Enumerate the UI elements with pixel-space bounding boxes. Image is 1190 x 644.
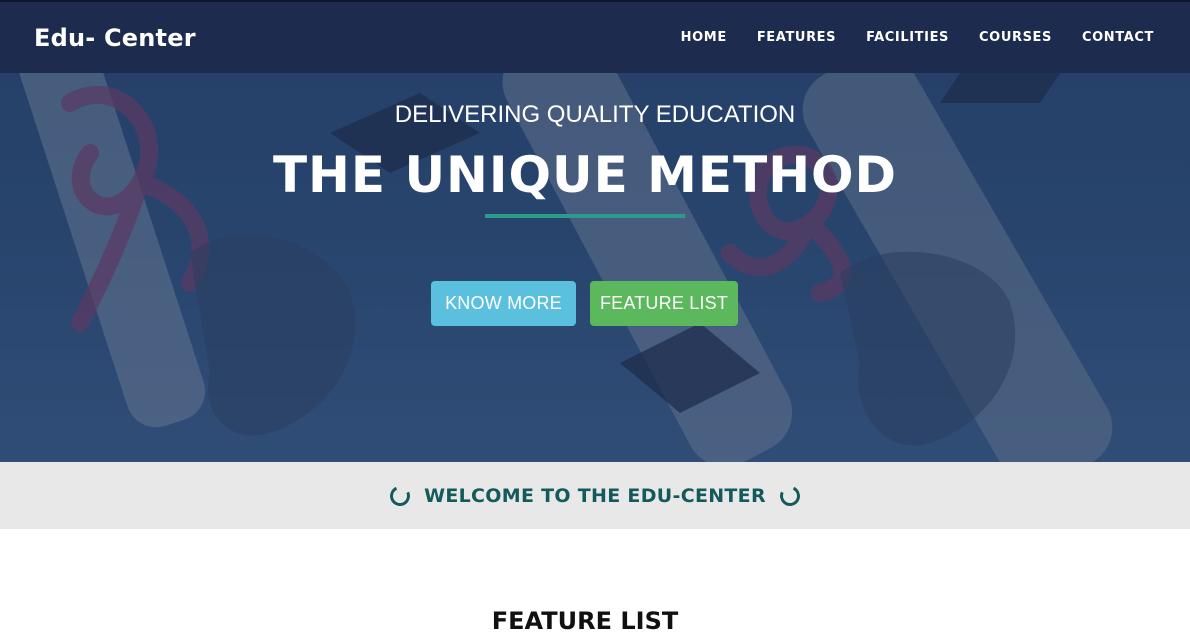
- circle-notch-icon: [777, 482, 803, 509]
- welcome-band: WELCOME TO THE EDU-CENTER: [0, 462, 1190, 529]
- circle-notch-icon: [387, 482, 413, 509]
- feature-list-button[interactable]: FEATURE LIST: [590, 281, 738, 326]
- brand-logo[interactable]: Edu- Center: [34, 24, 196, 52]
- nav-courses[interactable]: COURSES: [979, 30, 1052, 45]
- know-more-button[interactable]: KNOW MORE: [431, 281, 576, 326]
- hero-overlay: [0, 73, 1190, 462]
- title-underline: [485, 214, 685, 218]
- hero-title: THE UNIQUE METHOD: [272, 146, 898, 204]
- hero-section: DELIVERING QUALITY EDUCATION THE UNIQUE …: [0, 73, 1190, 462]
- main-nav: HOME FEATURES FACILITIES COURSES CONTACT: [651, 30, 1154, 45]
- welcome-text: WELCOME TO THE EDU-CENTER: [424, 484, 766, 507]
- feature-list-heading: FEATURE LIST: [491, 607, 679, 635]
- nav-home[interactable]: HOME: [681, 30, 727, 45]
- nav-contact[interactable]: CONTACT: [1082, 30, 1154, 45]
- nav-facilities[interactable]: FACILITIES: [866, 30, 949, 45]
- hero-subtitle: DELIVERING QUALITY EDUCATION: [394, 101, 796, 128]
- nav-features[interactable]: FEATURES: [757, 30, 836, 45]
- navbar: Edu- Center HOME FEATURES FACILITIES COU…: [0, 0, 1190, 73]
